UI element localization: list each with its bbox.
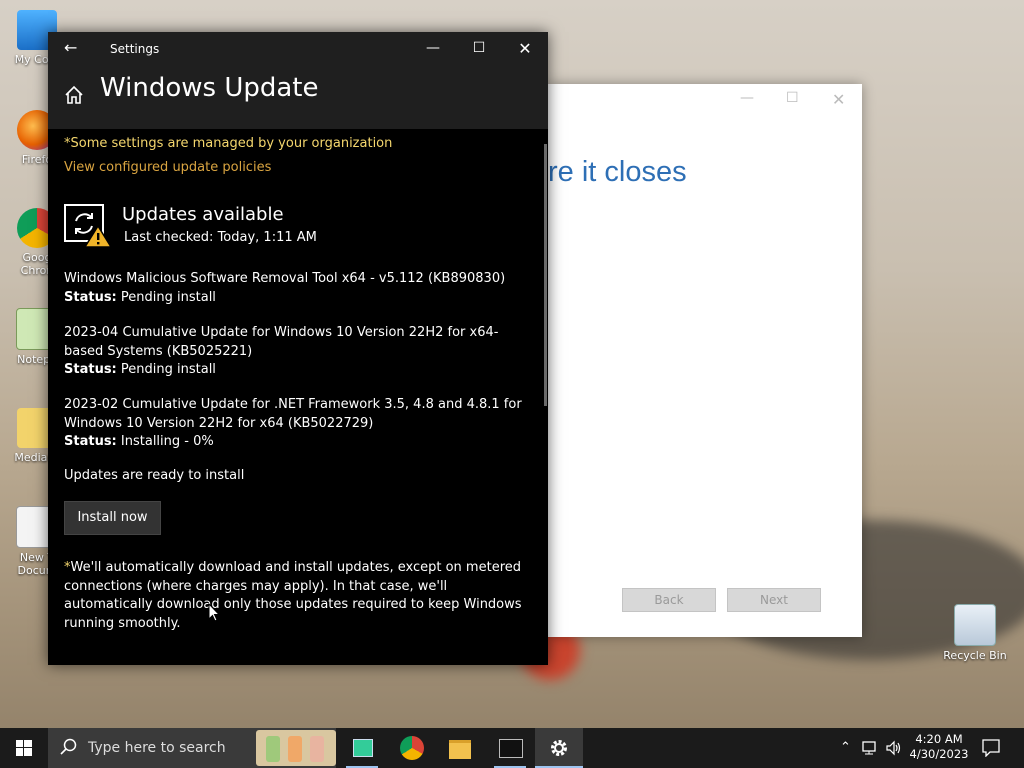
page-header: Windows Update [48, 65, 548, 129]
ready-to-install-text: Updates are ready to install [64, 468, 245, 483]
update-item: Windows Malicious Software Removal Tool … [64, 270, 530, 307]
mouse-cursor-icon [208, 603, 220, 622]
notifications-icon[interactable] [982, 739, 1000, 757]
search-icon [60, 738, 77, 755]
status-label: Status: [64, 434, 117, 449]
search-highlight-image [256, 730, 336, 766]
folder-icon [449, 740, 471, 759]
update-status: Pending install [120, 289, 216, 305]
updates-available-title: Updates available [122, 204, 284, 225]
scrollbar[interactable] [544, 144, 547, 406]
back-arrow-icon[interactable]: ← [64, 38, 77, 57]
page-title: Windows Update [100, 73, 319, 103]
settings-window: ← Settings — ☐ ✕ Windows Update *Some se… [48, 32, 548, 665]
search-placeholder: Type here to search [88, 740, 226, 756]
auto-update-note: *We'll automatically download and instal… [64, 559, 534, 633]
update-item: 2023-04 Cumulative Update for Windows 10… [64, 324, 530, 380]
wizard-close-button[interactable]: ✕ [832, 90, 845, 109]
update-item: 2023-02 Cumulative Update for .NET Frame… [64, 396, 530, 452]
taskbar-command-prompt[interactable] [486, 728, 534, 768]
network-icon[interactable] [862, 740, 880, 756]
taskbar-chrome[interactable] [388, 728, 436, 768]
last-checked-text: Last checked: Today, 1:11 AM [124, 230, 317, 245]
close-button[interactable]: ✕ [502, 32, 548, 65]
taskbar-search-box[interactable]: Type here to search [48, 728, 336, 768]
taskbar: Type here to search ⌃ 4:20 AM 4/30/2023 [0, 728, 1024, 768]
status-label: Status: [64, 362, 117, 377]
media-creation-wizard-window: — ☐ ✕ re it closes Back Next [548, 84, 862, 637]
home-icon[interactable] [64, 85, 84, 105]
update-name: Windows Malicious Software Removal Tool … [64, 271, 506, 286]
window-title: Settings [110, 42, 160, 56]
wizard-maximize-button[interactable]: ☐ [786, 90, 799, 106]
gear-icon [551, 740, 567, 756]
wizard-next-button[interactable]: Next [727, 588, 821, 612]
terminal-icon [499, 739, 523, 758]
recycle-bin-icon [954, 604, 996, 646]
taskbar-settings[interactable] [535, 728, 583, 768]
media-creation-icon [353, 739, 373, 757]
wizard-back-button[interactable]: Back [622, 588, 716, 612]
managed-notice: *Some settings are managed by your organ… [64, 136, 393, 151]
status-label: Status: [64, 289, 117, 305]
update-status: Pending install [120, 362, 216, 377]
taskbar-file-explorer[interactable] [436, 728, 484, 768]
clock-date: 4/30/2023 [909, 747, 969, 761]
wizard-minimize-button[interactable]: — [740, 90, 754, 106]
volume-icon[interactable] [885, 740, 903, 756]
update-name: 2023-04 Cumulative Update for Windows 10… [64, 325, 499, 359]
chrome-icon [400, 736, 424, 760]
wizard-heading: re it closes [548, 156, 687, 188]
clock-time: 4:20 AM [915, 732, 963, 746]
minimize-button[interactable]: — [410, 32, 456, 65]
note-text: We'll automatically download and install… [64, 560, 522, 631]
show-hidden-icons-chevron-icon[interactable]: ⌃ [840, 728, 851, 768]
taskbar-media-creation-tool[interactable] [338, 728, 386, 768]
update-warning-icon [64, 204, 112, 248]
system-clock[interactable]: 4:20 AM 4/30/2023 [905, 732, 973, 762]
update-status: Installing - 0% [120, 434, 214, 449]
maximize-button[interactable]: ☐ [456, 32, 502, 65]
install-now-button[interactable]: Install now [64, 501, 161, 535]
update-name: 2023-02 Cumulative Update for .NET Frame… [64, 397, 522, 431]
windows-start-icon[interactable] [0, 728, 48, 768]
view-policies-link[interactable]: View configured update policies [64, 160, 271, 175]
desktop-icon-recycle-bin[interactable]: Recycle Bin [940, 604, 1010, 662]
title-bar: ← Settings — ☐ ✕ [48, 32, 548, 65]
